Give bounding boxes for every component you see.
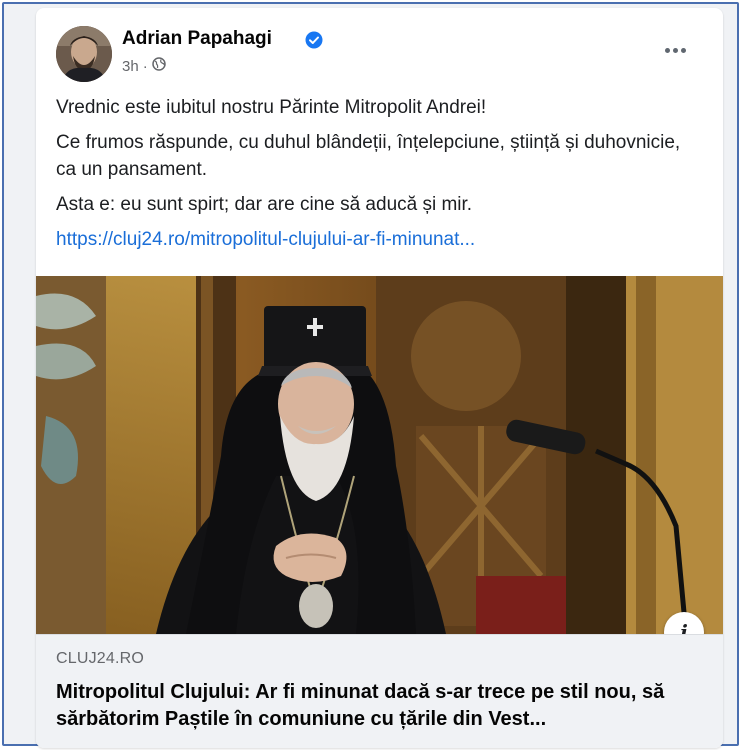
author-avatar[interactable] bbox=[56, 26, 112, 82]
post-header: Adrian Papahagi 3h · bbox=[56, 26, 723, 86]
link-title[interactable]: Mitropolitul Clujului: Ar fi minunat dac… bbox=[56, 679, 696, 733]
post-paragraph-1: Vrednic este iubitul nostru Părinte Mitr… bbox=[56, 97, 487, 118]
meta-separator: · bbox=[142, 57, 148, 75]
author-name[interactable]: Adrian Papahagi bbox=[122, 28, 272, 50]
verified-badge-icon bbox=[305, 31, 323, 49]
more-options-icon-dot bbox=[680, 47, 686, 53]
post-time[interactable]: 3h bbox=[122, 58, 139, 75]
link-preview-image[interactable] bbox=[36, 276, 723, 634]
post-paragraph-2: Ce frumos răspunde, cu duhul blândeții, … bbox=[56, 132, 681, 180]
link-preview-footer[interactable]: CLUJ24.RO Mitropolitul Clujului: Ar fi m… bbox=[36, 634, 723, 748]
more-options-button[interactable] bbox=[661, 40, 689, 60]
post-paragraph-3: Asta e: eu sunt spirt; dar are cine să a… bbox=[56, 194, 473, 215]
post-card: Adrian Papahagi 3h · Vrednic este iubitu… bbox=[36, 8, 723, 748]
link-domain: CLUJ24.RO bbox=[56, 650, 145, 667]
more-options-icon-dot bbox=[672, 47, 678, 53]
post-body: Vrednic este iubitul nostru Părinte Mitr… bbox=[56, 94, 696, 253]
post-link[interactable]: https://cluj24.ro/mitropolitul-clujului-… bbox=[56, 226, 696, 253]
globe-icon bbox=[151, 57, 166, 75]
more-options-icon-dot bbox=[664, 47, 670, 53]
post-meta: 3h · bbox=[122, 57, 166, 75]
